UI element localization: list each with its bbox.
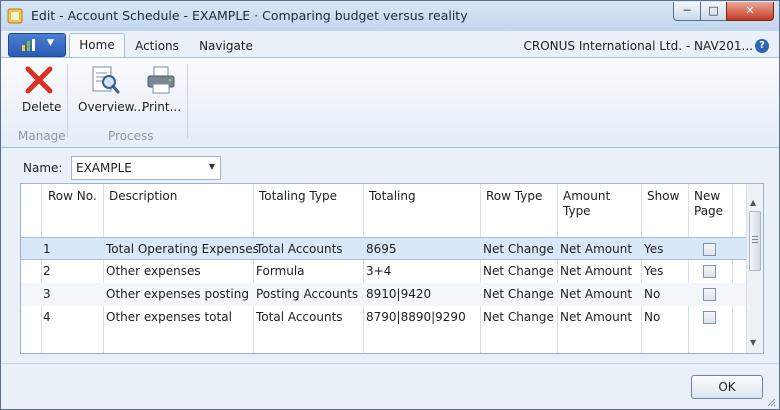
cell-show[interactable]: No [644, 287, 660, 301]
group-separator [67, 64, 68, 138]
cell-totaling[interactable]: 8695 [366, 242, 397, 256]
tab-home[interactable]: Home [69, 33, 125, 58]
scroll-down-icon[interactable]: ▼ [750, 338, 756, 347]
grip-line [752, 236, 758, 237]
table-row[interactable]: 4 Other expenses total Total Accounts 87… [21, 306, 746, 329]
cell-amount-type[interactable]: Net Amount [560, 242, 632, 256]
table-row[interactable]: 3 Other expenses posting Posting Account… [21, 283, 746, 306]
print-button[interactable]: Print... [139, 62, 183, 126]
scrollbar-thumb[interactable] [749, 211, 761, 271]
chevron-down-icon: ▼ [47, 38, 54, 48]
cell-totaling-type[interactable]: Total Accounts [256, 242, 343, 256]
column-header-totaling[interactable]: Totaling [369, 189, 416, 204]
group-label-manage: Manage [18, 129, 66, 143]
delete-label: Delete [22, 100, 62, 114]
overview-label: Overview... [78, 100, 145, 114]
column-header-show[interactable]: Show [647, 189, 679, 204]
close-icon: ✕ [745, 4, 755, 17]
cell-totaling[interactable]: 8910|9420 [366, 287, 431, 301]
cell-show[interactable]: No [644, 310, 660, 324]
chevron-down-icon[interactable]: ▼ [209, 162, 215, 171]
cell-row-type[interactable]: Net Change [483, 287, 554, 301]
cell-row-type[interactable]: Net Change [483, 242, 554, 256]
cell-totaling[interactable]: 3+4 [366, 264, 391, 278]
new-page-checkbox[interactable] [703, 288, 716, 301]
minimize-button[interactable]: ─ [673, 2, 701, 21]
print-label: Print... [142, 100, 182, 114]
cell-totaling[interactable]: 8790|8890|9290 [366, 310, 466, 324]
delete-button[interactable]: Delete [13, 62, 65, 126]
cell-row-no[interactable]: 4 [43, 310, 51, 324]
tab-navigate[interactable]: Navigate [193, 35, 259, 57]
column-header-row-no[interactable]: Row No. [48, 189, 97, 204]
column-header-description[interactable]: Description [109, 189, 177, 204]
grip-line [752, 239, 758, 240]
title-bar[interactable]: Edit - Account Schedule - EXAMPLE · Comp… [1, 1, 779, 31]
ok-button[interactable]: OK [691, 375, 763, 399]
cell-row-type[interactable]: Net Change [483, 310, 554, 324]
tab-actions[interactable]: Actions [126, 35, 188, 57]
cell-row-no[interactable]: 3 [43, 287, 51, 301]
new-page-checkbox[interactable] [703, 265, 716, 278]
table-row[interactable]: 2 Other expenses Formula 3+4 Net Change … [21, 260, 746, 283]
grip-line [752, 242, 758, 243]
ribbon-panel: Delete Manage Overview... Print... Proce… [1, 57, 779, 148]
cell-show[interactable]: Yes [644, 242, 663, 256]
cell-amount-type[interactable]: Net Amount [560, 264, 632, 278]
dynamics-logo-icon [22, 39, 35, 51]
window-title: Edit - Account Schedule - EXAMPLE · Comp… [31, 8, 468, 23]
cell-description[interactable]: Other expenses [106, 264, 201, 278]
cell-totaling-type[interactable]: Total Accounts [256, 310, 343, 324]
app-icon [7, 8, 23, 24]
new-page-checkbox[interactable] [703, 311, 716, 324]
column-header-amount-type[interactable]: Amount Type [563, 189, 623, 219]
printer-icon [147, 66, 175, 94]
help-icon[interactable]: ? [755, 39, 769, 53]
account-schedule-grid[interactable]: Row No. Description Totaling Type Totali… [20, 183, 764, 354]
dialog-footer: OK [1, 363, 779, 409]
close-button[interactable]: ✕ [726, 2, 774, 21]
cell-description[interactable]: Other expenses posting [106, 287, 249, 301]
table-row[interactable]: 1 Total Operating Expenses Total Account… [21, 237, 746, 260]
group-separator [187, 64, 188, 138]
cell-row-type[interactable]: Net Change [483, 264, 554, 278]
name-field-label: Name: [23, 161, 63, 175]
overview-document-magnifier-icon [92, 66, 120, 94]
maximize-button[interactable]: □ [700, 2, 727, 21]
dialog-window: Edit - Account Schedule - EXAMPLE · Comp… [0, 0, 780, 410]
overview-button[interactable]: Overview... [75, 62, 145, 126]
cell-amount-type[interactable]: Net Amount [560, 310, 632, 324]
group-label-process: Process [108, 129, 154, 143]
scroll-up-icon[interactable]: ▲ [750, 198, 756, 207]
cell-totaling-type[interactable]: Formula [256, 264, 305, 278]
vertical-scrollbar[interactable]: ▲ ▼ [746, 184, 763, 353]
name-select[interactable]: EXAMPLE ▼ [71, 156, 221, 180]
delete-x-icon [25, 66, 53, 94]
application-menu-button[interactable]: ▼ [8, 33, 66, 57]
cell-description[interactable]: Other expenses total [106, 310, 232, 324]
minimize-icon: ─ [683, 4, 691, 17]
maximize-icon: □ [708, 4, 719, 17]
column-header-new-page[interactable]: New Page [694, 189, 730, 219]
cell-show[interactable]: Yes [644, 264, 663, 278]
company-name: CRONUS International Ltd. - NAV201... [523, 39, 753, 53]
cell-amount-type[interactable]: Net Amount [560, 287, 632, 301]
column-header-totaling-type[interactable]: Totaling Type [259, 189, 337, 204]
name-select-value: EXAMPLE [76, 161, 132, 175]
resize-grip-icon[interactable] [766, 397, 776, 407]
cell-totaling-type[interactable]: Posting Accounts [256, 287, 358, 301]
cell-row-no[interactable]: 1 [43, 242, 51, 256]
cell-row-no[interactable]: 2 [43, 264, 51, 278]
cell-description[interactable]: Total Operating Expenses [106, 242, 259, 256]
ribbon-tab-bar: ▼ Home Actions Navigate CRONUS Internati… [1, 31, 779, 58]
new-page-checkbox[interactable] [703, 243, 716, 256]
column-header-row-type[interactable]: Row Type [486, 189, 542, 204]
